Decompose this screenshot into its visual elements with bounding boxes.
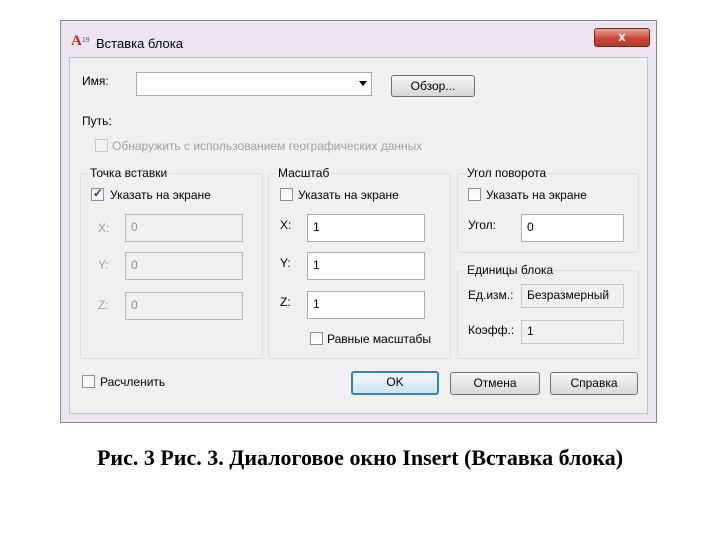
scale-onscreen-label: Указать на экране <box>298 188 399 202</box>
check-icon: ✓ <box>93 186 104 200</box>
insertion-point-group-label: Точка вставки <box>88 166 170 180</box>
uniform-scale-label: Равные масштабы <box>327 332 431 346</box>
explode-label: Расчленить <box>100 375 166 389</box>
rotation-group-label: Угол поворота <box>465 166 549 180</box>
scale-z-field[interactable]: 1 <box>307 291 425 319</box>
chevron-down-icon[interactable] <box>359 81 367 86</box>
scale-z-label: Z: <box>280 295 291 309</box>
figure-caption: Рис. 3 Рис. 3. Диалоговое окно Insert (В… <box>96 445 624 470</box>
browse-button[interactable]: Обзор... <box>391 75 475 97</box>
help-button[interactable]: Справка <box>550 372 638 395</box>
close-button[interactable]: x <box>594 28 650 47</box>
angle-label: Угол: <box>468 218 496 232</box>
rotation-onscreen-checkbox[interactable] <box>468 188 481 201</box>
dialog-title: Вставка блока <box>96 36 183 51</box>
unit-label: Ед.изм.: <box>468 288 514 302</box>
insertion-onscreen-label: Указать на экране <box>110 188 211 202</box>
scale-group-label: Масштаб <box>276 166 332 180</box>
angle-field[interactable]: 0 <box>521 214 624 242</box>
scale-y-field[interactable]: 1 <box>307 252 425 280</box>
unit-value: Безразмерный <box>521 284 624 308</box>
insertion-y-field[interactable]: 0 <box>125 252 243 280</box>
geo-checkbox[interactable] <box>95 139 108 152</box>
insertion-y-label: Y: <box>98 258 109 272</box>
scale-onscreen-checkbox[interactable] <box>280 188 293 201</box>
insertion-x-field[interactable]: 0 <box>125 214 243 242</box>
insert-block-dialog: A19 Вставка блока x Имя: Обзор... Путь: … <box>60 20 657 423</box>
factor-label: Коэфф.: <box>468 323 515 337</box>
insertion-z-label: Z: <box>98 298 109 312</box>
insertion-z-field[interactable]: 0 <box>125 292 243 320</box>
block-units-group-label: Единицы блока <box>465 263 556 277</box>
name-label: Имя: <box>82 74 109 88</box>
rotation-onscreen-label: Указать на экране <box>486 188 587 202</box>
uniform-scale-checkbox[interactable] <box>310 332 323 345</box>
scale-x-label: X: <box>280 218 292 232</box>
title-bar: A19 Вставка блока x <box>61 21 656 57</box>
insertion-x-label: X: <box>98 221 110 235</box>
factor-value: 1 <box>521 320 624 344</box>
name-combobox[interactable] <box>136 72 372 96</box>
autocad-app-icon: A19 <box>71 33 90 49</box>
explode-checkbox[interactable] <box>82 375 95 388</box>
cancel-button[interactable]: Отмена <box>450 372 540 395</box>
insertion-onscreen-checkbox[interactable]: ✓ <box>91 186 104 201</box>
path-label: Путь: <box>82 114 112 128</box>
ok-button[interactable]: OK <box>351 371 439 395</box>
dialog-body: Имя: Обзор... Путь: Обнаружить с использ… <box>69 57 648 414</box>
scale-y-label: Y: <box>280 256 291 270</box>
geo-label: Обнаружить с использованием географическ… <box>112 139 423 153</box>
scale-x-field[interactable]: 1 <box>307 214 425 242</box>
